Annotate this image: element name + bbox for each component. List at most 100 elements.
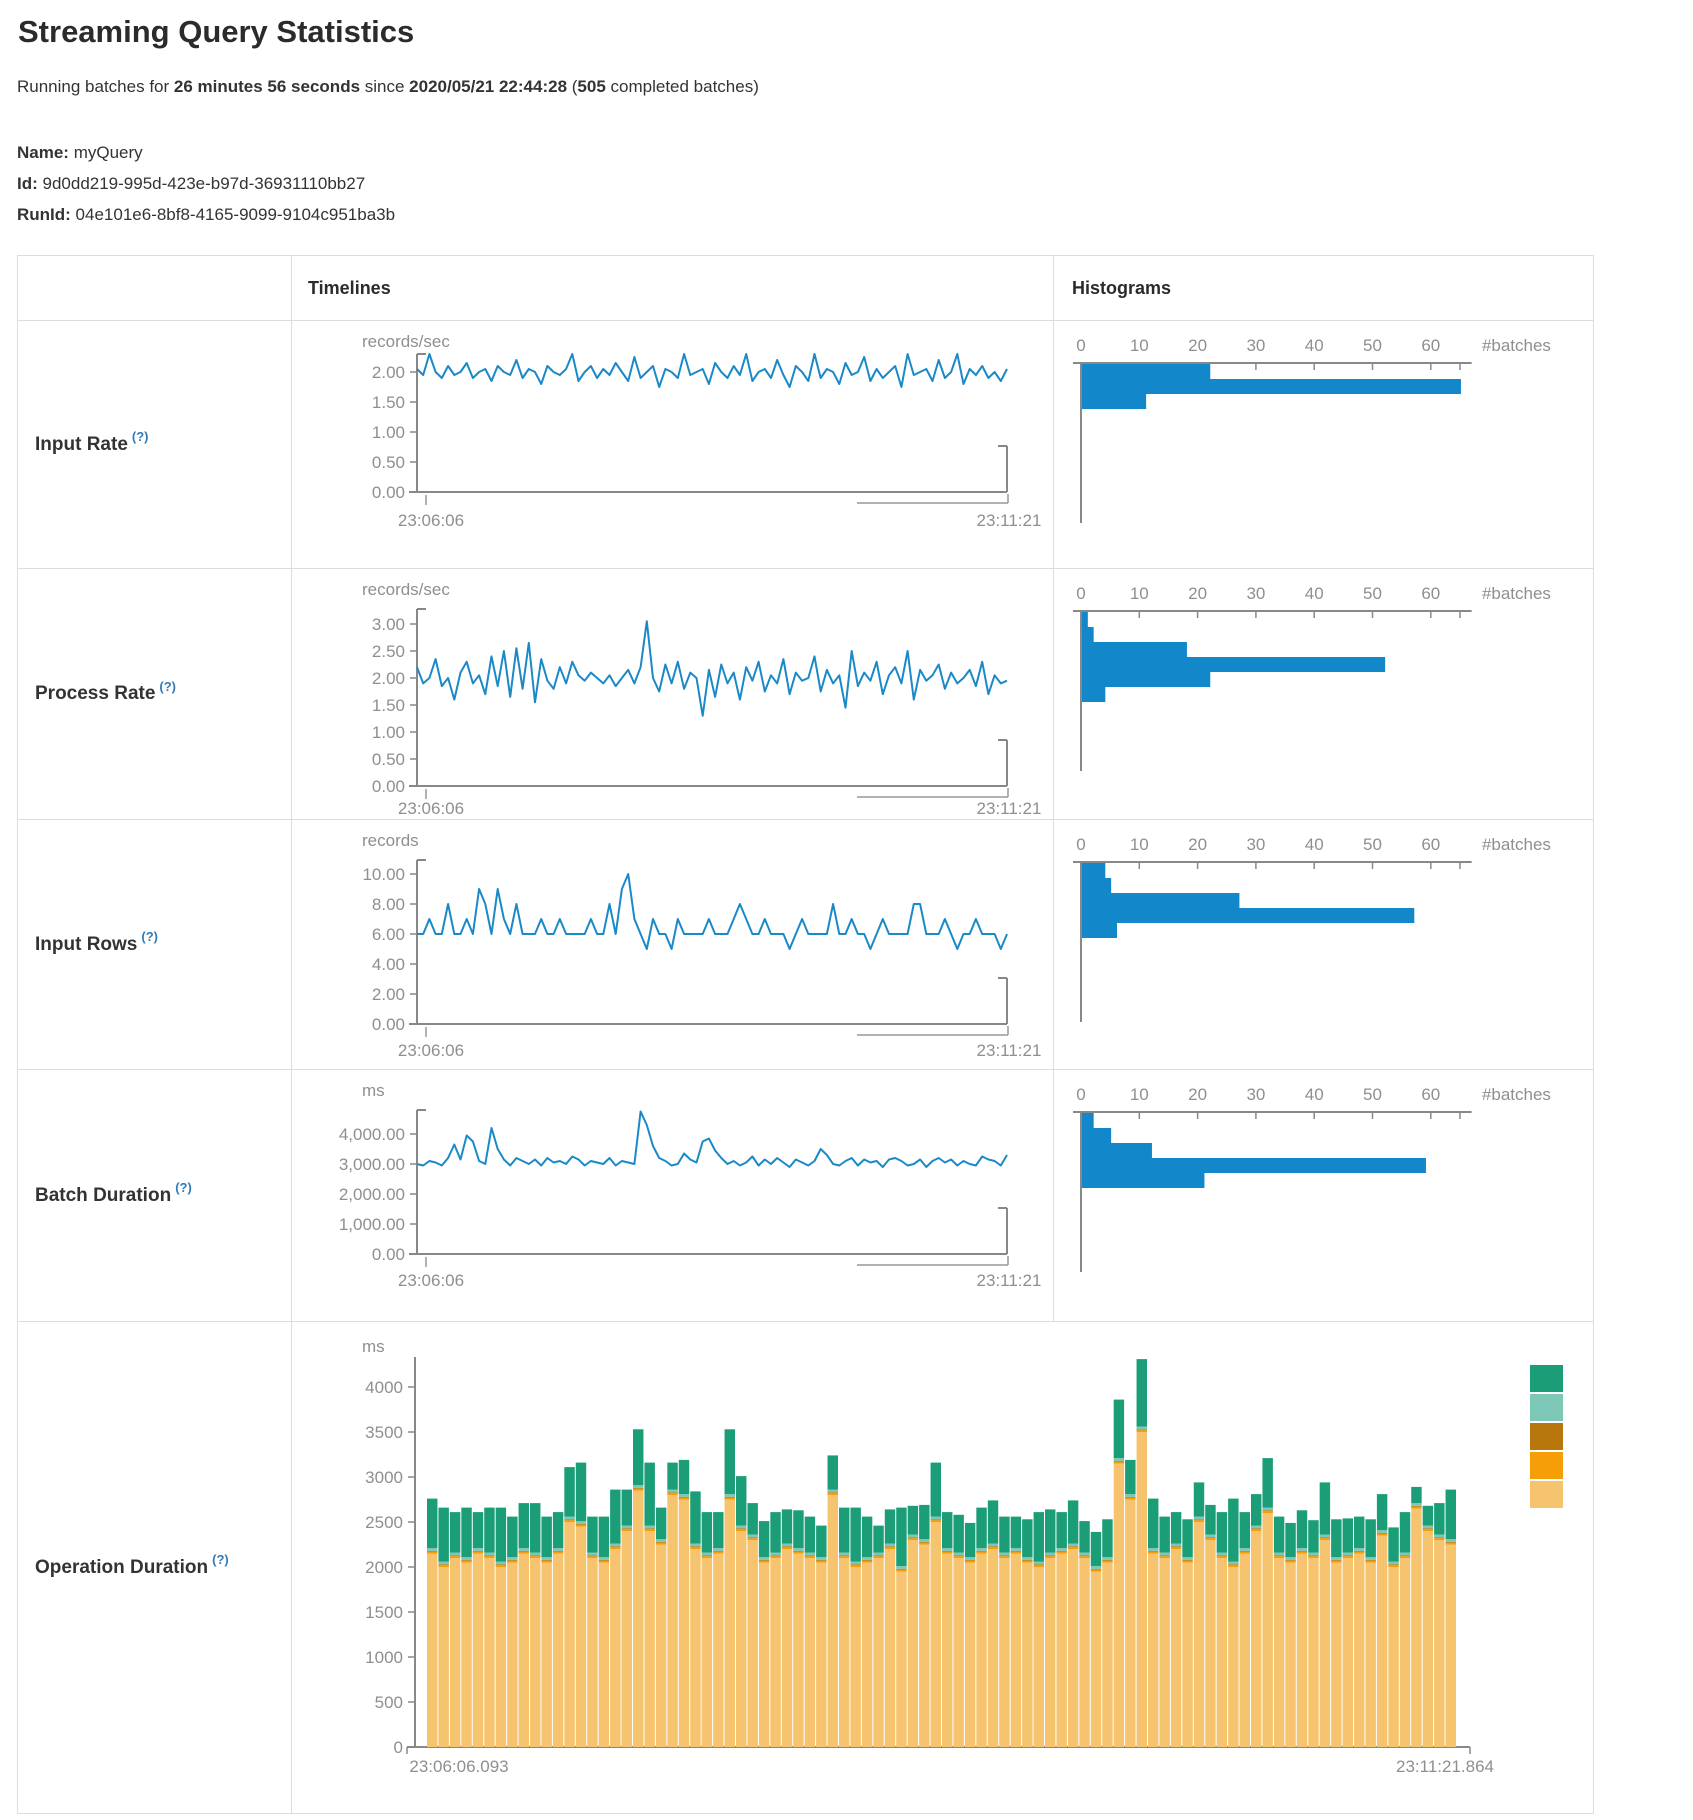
svg-text:60: 60 xyxy=(1421,336,1440,355)
svg-text:23:06:06: 23:06:06 xyxy=(398,511,464,530)
summary-text: Running batches for xyxy=(17,77,174,96)
svg-text:4000: 4000 xyxy=(365,1378,403,1397)
svg-text:2.00: 2.00 xyxy=(372,363,405,382)
operation-duration-help-icon[interactable]: (?) xyxy=(212,1552,229,1567)
svg-text:records/sec: records/sec xyxy=(362,580,450,599)
svg-text:0: 0 xyxy=(1076,584,1085,603)
svg-text:60: 60 xyxy=(1421,584,1440,603)
svg-text:50: 50 xyxy=(1363,336,1382,355)
svg-text:500: 500 xyxy=(375,1693,403,1712)
svg-text:20: 20 xyxy=(1188,835,1207,854)
svg-text:10: 10 xyxy=(1130,1085,1149,1104)
svg-text:20: 20 xyxy=(1188,1085,1207,1104)
svg-text:#batches: #batches xyxy=(1482,1085,1551,1104)
svg-text:30: 30 xyxy=(1246,1085,1265,1104)
svg-text:40: 40 xyxy=(1305,1085,1324,1104)
svg-text:50: 50 xyxy=(1363,835,1382,854)
input-rate-histogram-chart[interactable]: 0102030405060#batches xyxy=(1053,320,1593,568)
svg-text:0.00: 0.00 xyxy=(372,1015,405,1034)
summary-text: since xyxy=(360,77,409,96)
svg-text:23:11:21: 23:11:21 xyxy=(977,799,1042,818)
batch-duration-help-icon[interactable]: (?) xyxy=(175,1180,192,1195)
page-title: Streaming Query Statistics xyxy=(18,14,1693,50)
svg-text:50: 50 xyxy=(1363,1085,1382,1104)
summary-batch-count: 505 xyxy=(577,77,605,96)
svg-text:1.00: 1.00 xyxy=(372,723,405,742)
svg-text:40: 40 xyxy=(1305,835,1324,854)
svg-text:30: 30 xyxy=(1246,584,1265,603)
column-header-histograms: Histograms xyxy=(1053,256,1593,320)
svg-text:1.50: 1.50 xyxy=(372,393,405,412)
svg-text:2,000.00: 2,000.00 xyxy=(339,1185,405,1204)
svg-text:2000: 2000 xyxy=(365,1558,403,1577)
operation-duration-chart[interactable]: ms0500100015002000250030003500400023:06:… xyxy=(291,1321,1593,1813)
svg-text:4.00: 4.00 xyxy=(372,955,405,974)
svg-text:records: records xyxy=(362,831,419,850)
svg-text:20: 20 xyxy=(1188,336,1207,355)
row-label-process-rate: Process Rate(?) xyxy=(18,568,291,819)
query-runid-value: 04e101e6-8bf8-4165-9099-9104c951ba3b xyxy=(71,205,395,224)
svg-text:0.00: 0.00 xyxy=(372,777,405,796)
process-rate-histogram-chart[interactable]: 0102030405060#batches xyxy=(1053,568,1593,819)
svg-text:10: 10 xyxy=(1130,336,1149,355)
svg-text:23:11:21: 23:11:21 xyxy=(977,511,1042,530)
svg-text:40: 40 xyxy=(1305,336,1324,355)
svg-text:1500: 1500 xyxy=(365,1603,403,1622)
query-name-label: Name: xyxy=(17,143,69,162)
svg-text:2.00: 2.00 xyxy=(372,669,405,688)
input-rows-help-icon[interactable]: (?) xyxy=(141,929,158,944)
svg-text:2.00: 2.00 xyxy=(372,985,405,1004)
svg-text:1.50: 1.50 xyxy=(372,696,405,715)
svg-text:1000: 1000 xyxy=(365,1648,403,1667)
process-rate-help-icon[interactable]: (?) xyxy=(159,679,176,694)
svg-text:10.00: 10.00 xyxy=(362,865,405,884)
column-header-timelines: Timelines xyxy=(291,256,1053,320)
svg-text:10: 10 xyxy=(1130,584,1149,603)
svg-text:23:06:06: 23:06:06 xyxy=(398,1041,464,1060)
statistics-table: Timelines Histograms Input Rate(?) recor… xyxy=(17,255,1594,1814)
input-rows-timeline-chart[interactable]: records 0.00 2.00 4.00 6.00 8.00 10.00 23:06:06… xyxy=(291,819,1053,1069)
svg-text:3,000.00: 3,000.00 xyxy=(339,1155,405,1174)
query-runid-label: RunId: xyxy=(17,205,71,224)
svg-text:3000: 3000 xyxy=(365,1468,403,1487)
svg-text:#batches: #batches xyxy=(1482,835,1551,854)
summary-text: completed batches) xyxy=(606,77,759,96)
svg-text:#batches: #batches xyxy=(1482,584,1551,603)
svg-text:23:11:21: 23:11:21 xyxy=(977,1041,1042,1060)
process-rate-timeline-chart[interactable]: records/sec0.000.501.001.502.002.503.002… xyxy=(291,568,1053,819)
query-meta: Name: myQuery Id: 9d0dd219-995d-423e-b97… xyxy=(17,137,1693,230)
svg-text:8.00: 8.00 xyxy=(372,895,405,914)
input-rows-histogram-chart[interactable]: 0102030405060#batches xyxy=(1053,819,1593,1069)
row-label-input-rate: Input Rate(?) xyxy=(18,320,291,568)
svg-text:records/sec: records/sec xyxy=(362,332,450,351)
svg-text:10: 10 xyxy=(1130,835,1149,854)
running-batches-summary: Running batches for 26 minutes 56 second… xyxy=(17,77,1693,97)
svg-text:ms: ms xyxy=(362,1081,385,1100)
svg-text:23:06:06: 23:06:06 xyxy=(398,1271,464,1290)
batch-duration-histogram-chart[interactable]: 0102030405060#batches xyxy=(1053,1069,1593,1321)
row-label-batch-duration: Batch Duration(?) xyxy=(18,1069,291,1321)
streaming-query-statistics-page: Streaming Query Statistics Running batch… xyxy=(0,0,1693,1820)
svg-text:6.00: 6.00 xyxy=(372,925,405,944)
svg-text:23:06:06: 23:06:06 xyxy=(398,799,464,818)
summary-start-time: 2020/05/21 22:44:28 xyxy=(409,77,567,96)
query-id-value: 9d0dd219-995d-423e-b97d-36931110bb27 xyxy=(38,174,365,193)
row-label-operation-duration: Operation Duration(?) xyxy=(18,1321,291,1813)
svg-text:0.50: 0.50 xyxy=(372,750,405,769)
query-name-line: Name: myQuery xyxy=(17,137,1693,168)
svg-text:4,000.00: 4,000.00 xyxy=(339,1125,405,1144)
query-id-line: Id: 9d0dd219-995d-423e-b97d-36931110bb27 xyxy=(17,168,1693,199)
summary-text: ( xyxy=(567,77,577,96)
svg-text:1,000.00: 1,000.00 xyxy=(339,1215,405,1234)
svg-text:ms: ms xyxy=(362,1337,385,1356)
input-rate-timeline-chart[interactable]: records/sec0.000.501.001.502.0023:06:062… xyxy=(291,320,1053,568)
svg-text:0: 0 xyxy=(394,1738,403,1757)
svg-text:2.50: 2.50 xyxy=(372,642,405,661)
svg-text:23:11:21.864: 23:11:21.864 xyxy=(1396,1757,1494,1776)
svg-text:0: 0 xyxy=(1076,1085,1085,1104)
svg-text:60: 60 xyxy=(1421,835,1440,854)
svg-text:0.00: 0.00 xyxy=(372,483,405,502)
input-rate-help-icon[interactable]: (?) xyxy=(132,429,149,444)
batch-duration-timeline-chart[interactable]: ms0.001,000.002,000.003,000.004,000.0023… xyxy=(291,1069,1053,1321)
svg-text:20: 20 xyxy=(1188,584,1207,603)
